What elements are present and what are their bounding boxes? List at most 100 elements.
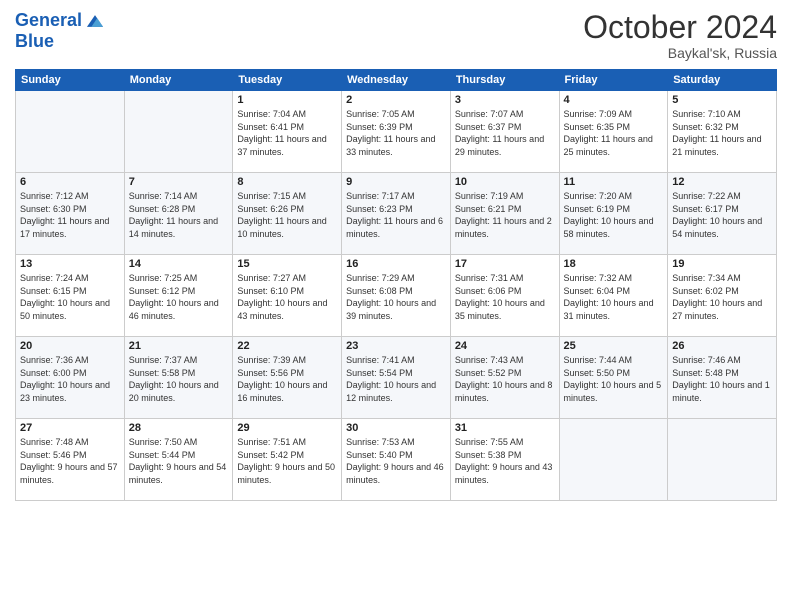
- week-row-5: 27Sunrise: 7:48 AMSunset: 5:46 PMDayligh…: [16, 419, 777, 501]
- sunset-text: Sunset: 6:26 PM: [237, 203, 337, 216]
- sunset-text: Sunset: 6:39 PM: [346, 121, 446, 134]
- day-cell: 18Sunrise: 7:32 AMSunset: 6:04 PMDayligh…: [559, 255, 668, 337]
- day-cell: 23Sunrise: 7:41 AMSunset: 5:54 PMDayligh…: [342, 337, 451, 419]
- weekday-header-row: SundayMondayTuesdayWednesdayThursdayFrid…: [16, 70, 777, 91]
- weekday-header-saturday: Saturday: [668, 70, 777, 91]
- sunset-text: Sunset: 6:06 PM: [455, 285, 555, 298]
- day-number: 15: [237, 258, 337, 270]
- sunrise-text: Sunrise: 7:53 AM: [346, 436, 446, 449]
- day-number: 2: [346, 94, 446, 106]
- sunset-text: Sunset: 6:21 PM: [455, 203, 555, 216]
- daylight-text: Daylight: 11 hours and 14 minutes.: [129, 215, 229, 240]
- day-number: 6: [20, 176, 120, 188]
- day-number: 25: [564, 340, 664, 352]
- day-cell: 29Sunrise: 7:51 AMSunset: 5:42 PMDayligh…: [233, 419, 342, 501]
- day-number: 14: [129, 258, 229, 270]
- daylight-text: Daylight: 10 hours and 54 minutes.: [672, 215, 772, 240]
- sunset-text: Sunset: 6:10 PM: [237, 285, 337, 298]
- weekday-header-wednesday: Wednesday: [342, 70, 451, 91]
- daylight-text: Daylight: 10 hours and 20 minutes.: [129, 379, 229, 404]
- day-info: Sunrise: 7:19 AMSunset: 6:21 PMDaylight:…: [455, 190, 555, 240]
- day-info: Sunrise: 7:10 AMSunset: 6:32 PMDaylight:…: [672, 108, 772, 158]
- day-info: Sunrise: 7:20 AMSunset: 6:19 PMDaylight:…: [564, 190, 664, 240]
- day-cell: 26Sunrise: 7:46 AMSunset: 5:48 PMDayligh…: [668, 337, 777, 419]
- logo-icon: [84, 10, 106, 32]
- sunset-text: Sunset: 5:54 PM: [346, 367, 446, 380]
- daylight-text: Daylight: 10 hours and 43 minutes.: [237, 297, 337, 322]
- sunset-text: Sunset: 6:41 PM: [237, 121, 337, 134]
- day-cell: 21Sunrise: 7:37 AMSunset: 5:58 PMDayligh…: [124, 337, 233, 419]
- daylight-text: Daylight: 11 hours and 29 minutes.: [455, 133, 555, 158]
- sunset-text: Sunset: 6:19 PM: [564, 203, 664, 216]
- sunset-text: Sunset: 6:17 PM: [672, 203, 772, 216]
- day-cell: 28 Sunrise: 7:50 AMSunset: 5:44 PMDayligh…: [124, 419, 233, 501]
- sunset-text: Sunset: 5:40 PM: [346, 449, 446, 462]
- sunset-text: Sunset: 5:52 PM: [455, 367, 555, 380]
- day-number: 22: [237, 340, 337, 352]
- day-cell: 9Sunrise: 7:17 AMSunset: 6:23 PMDaylight…: [342, 173, 451, 255]
- day-cell: 11Sunrise: 7:20 AMSunset: 6:19 PMDayligh…: [559, 173, 668, 255]
- day-info: Sunrise: 7:37 AMSunset: 5:58 PMDaylight:…: [129, 354, 229, 404]
- day-number: 1: [237, 94, 337, 106]
- day-info: Sunrise: 7:24 AMSunset: 6:15 PMDaylight:…: [20, 272, 120, 322]
- daylight-text: Daylight: 10 hours and 23 minutes.: [20, 379, 120, 404]
- day-number: 12: [672, 176, 772, 188]
- sunset-text: Sunset: 6:12 PM: [129, 285, 229, 298]
- sunrise-text: Sunrise: 7:31 AM: [455, 272, 555, 285]
- day-cell: 14Sunrise: 7:25 AMSunset: 6:12 PMDayligh…: [124, 255, 233, 337]
- week-row-3: 13Sunrise: 7:24 AMSunset: 6:15 PMDayligh…: [16, 255, 777, 337]
- sunrise-text: Sunrise: 7:04 AM: [237, 108, 337, 121]
- day-number: 17: [455, 258, 555, 270]
- day-cell: 4Sunrise: 7:09 AMSunset: 6:35 PMDaylight…: [559, 91, 668, 173]
- day-cell: 17 Sunrise: 7:31 AMSunset: 6:06 PMDayligh…: [450, 255, 559, 337]
- day-info: Sunrise: 7:44 AMSunset: 5:50 PMDaylight:…: [564, 354, 664, 404]
- sunrise-text: Sunrise: 7:29 AM: [346, 272, 446, 285]
- sunset-text: Sunset: 6:00 PM: [20, 367, 120, 380]
- day-cell: 24 Sunrise: 7:43 AMSunset: 5:52 PMDayligh…: [450, 337, 559, 419]
- day-cell: 1 Sunrise: 7:04 AMSunset: 6:41 PMDaylight…: [233, 91, 342, 173]
- day-info: Sunrise: 7:05 AMSunset: 6:39 PMDaylight:…: [346, 108, 446, 158]
- sunset-text: Sunset: 6:37 PM: [455, 121, 555, 134]
- sunset-text: Sunset: 6:08 PM: [346, 285, 446, 298]
- sunrise-text: Sunrise: 7:10 AM: [672, 108, 772, 121]
- week-row-1: 1Sunrise: 7:04 AMSunset: 6:41 PMDaylight…: [16, 91, 777, 173]
- sunrise-text: Sunrise: 7:37 AM: [129, 354, 229, 367]
- sunrise-text: Sunrise: 7:07 AM: [455, 108, 555, 121]
- day-number: 3: [455, 94, 555, 106]
- sunset-text: Sunset: 6:23 PM: [346, 203, 446, 216]
- sunrise-text: Sunrise: 7:44 AM: [564, 354, 664, 367]
- day-number: 9: [346, 176, 446, 188]
- day-info: Sunrise: 7:50 AMSunset: 5:44 PMDaylight:…: [129, 436, 229, 486]
- daylight-text: Daylight: 10 hours and 35 minutes.: [455, 297, 555, 322]
- day-number: 31: [455, 422, 555, 434]
- day-number: 4: [564, 94, 664, 106]
- daylight-text: Daylight: 10 hours and 1 minute.: [672, 379, 772, 404]
- day-number: 8: [237, 176, 337, 188]
- month-title: October 2024: [583, 10, 777, 45]
- sunrise-text: Sunrise: 7:24 AM: [20, 272, 120, 285]
- day-cell: 20Sunrise: 7:36 AMSunset: 6:00 PMDayligh…: [16, 337, 125, 419]
- sunrise-text: Sunrise: 7:46 AM: [672, 354, 772, 367]
- sunrise-text: Sunrise: 7:27 AM: [237, 272, 337, 285]
- day-info: Sunrise: 7:15 AMSunset: 6:26 PMDaylight:…: [237, 190, 337, 240]
- daylight-text: Daylight: 11 hours and 33 minutes.: [346, 133, 446, 158]
- day-info: Sunrise: 7:04 AMSunset: 6:41 PMDaylight:…: [237, 108, 337, 158]
- day-info: Sunrise: 7:43 AMSunset: 5:52 PMDaylight:…: [455, 354, 555, 404]
- day-info: Sunrise: 7:34 AMSunset: 6:02 PMDaylight:…: [672, 272, 772, 322]
- calendar: SundayMondayTuesdayWednesdayThursdayFrid…: [15, 69, 777, 501]
- day-number: 28: [129, 422, 229, 434]
- day-number: 20: [20, 340, 120, 352]
- sunset-text: Sunset: 6:28 PM: [129, 203, 229, 216]
- daylight-text: Daylight: 11 hours and 17 minutes.: [20, 215, 120, 240]
- weekday-header-thursday: Thursday: [450, 70, 559, 91]
- day-cell: 2 Sunrise: 7:05 AMSunset: 6:39 PMDaylight…: [342, 91, 451, 173]
- sunset-text: Sunset: 6:30 PM: [20, 203, 120, 216]
- day-number: 16: [346, 258, 446, 270]
- day-info: Sunrise: 7:41 AMSunset: 5:54 PMDaylight:…: [346, 354, 446, 404]
- day-number: 24: [455, 340, 555, 352]
- day-number: 19: [672, 258, 772, 270]
- sunrise-text: Sunrise: 7:22 AM: [672, 190, 772, 203]
- day-cell: 6Sunrise: 7:12 AMSunset: 6:30 PMDaylight…: [16, 173, 125, 255]
- day-info: Sunrise: 7:07 AMSunset: 6:37 PMDaylight:…: [455, 108, 555, 158]
- daylight-text: Daylight: 9 hours and 54 minutes.: [129, 461, 229, 486]
